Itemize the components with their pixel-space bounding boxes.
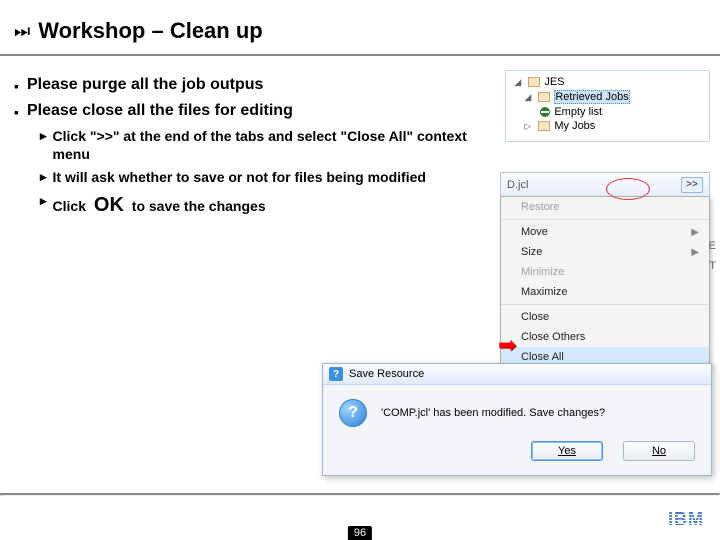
save-resource-dialog: ? Save Resource ? 'COMP.jcl' has been mo…: [322, 363, 712, 476]
letter-t: T: [709, 256, 716, 276]
sub-bullet-text: Click ">>" at the end of the tabs and se…: [53, 128, 496, 163]
bullet-arrow-icon: ▸: [40, 169, 47, 185]
ctx-move[interactable]: Move▶: [501, 222, 709, 242]
folder-icon: [538, 92, 550, 102]
context-menu: Restore Move▶ Size▶ Minimize Maximize Cl…: [500, 196, 710, 368]
tree-node-myjobs[interactable]: ▷ My Jobs: [510, 119, 705, 133]
dialog-app-icon: ?: [329, 367, 343, 381]
bullet-text: Please purge all the job outpus: [27, 76, 263, 94]
bullet-arrow-icon: ▸: [40, 128, 47, 144]
ctx-restore[interactable]: Restore: [501, 197, 709, 217]
tab-name-fragment: D.jcl: [507, 179, 528, 191]
ctx-minimize[interactable]: Minimize: [501, 262, 709, 282]
tree-label: My Jobs: [554, 120, 595, 132]
bullet-square-icon: ▪: [14, 102, 19, 122]
ok-emphasis: OK: [90, 194, 128, 216]
bullet-arrow-icon: ▸: [40, 193, 47, 209]
folder-icon: [528, 77, 540, 87]
bullet-square-icon: ▪: [14, 76, 19, 96]
red-arrow-icon: ➡: [498, 332, 516, 358]
tree-label: Empty list: [554, 106, 602, 118]
question-icon: ?: [339, 399, 367, 427]
sub-bullet-text: It will ask whether to save or not for f…: [53, 169, 426, 187]
twisty-closed-icon: ▷: [524, 121, 534, 132]
sub-bullet-click-tabs: ▸ Click ">>" at the end of the tabs and …: [40, 128, 495, 163]
sub-bullet-text-b: to save the changes: [132, 198, 266, 214]
page-title: Workshop – Clean up: [38, 18, 263, 44]
empty-icon: [540, 107, 550, 117]
letter-e: E: [709, 236, 716, 256]
sub-bullet-click-ok: ▸ Click OK to save the changes: [40, 193, 495, 218]
page-number: 96: [348, 526, 372, 540]
title-divider: [0, 54, 720, 56]
bullet-purge: ▪ Please purge all the job outpus: [14, 76, 495, 96]
tree-node-empty[interactable]: Empty list: [510, 105, 705, 119]
tree-node-jes[interactable]: ◢ JES: [510, 75, 705, 89]
ctx-close[interactable]: Close: [501, 307, 709, 327]
ctx-close-others[interactable]: Close Others: [501, 327, 709, 347]
bullet-text: Please close all the files for editing: [27, 102, 293, 120]
no-button[interactable]: No: [623, 441, 695, 461]
folder-icon: [538, 121, 550, 131]
sub-bullet-text-a: Click: [53, 198, 90, 214]
submenu-arrow-icon: ▶: [691, 227, 699, 238]
footer-divider: [0, 493, 720, 496]
ibm-logo: IBM: [668, 509, 704, 530]
yes-button[interactable]: Yes: [531, 441, 603, 461]
twisty-open-icon: ◢: [514, 77, 524, 88]
ctx-maximize[interactable]: Maximize: [501, 282, 709, 302]
truncated-right-letters: E T: [709, 236, 716, 276]
editor-tabbar-fragment: D.jcl >>: [500, 172, 710, 196]
bullet-close-files: ▪ Please close all the files for editing: [14, 102, 495, 122]
overflow-chevron-button[interactable]: >>: [681, 177, 703, 193]
dialog-titlebar: ? Save Resource: [323, 364, 711, 385]
title-play-icon: ⏭: [14, 21, 30, 42]
tree-label: JES: [544, 76, 564, 88]
tree-node-retrieved[interactable]: ◢ Retrieved Jobs: [510, 89, 705, 105]
twisty-open-icon: ◢: [524, 92, 534, 103]
submenu-arrow-icon: ▶: [691, 247, 699, 258]
ctx-size[interactable]: Size▶: [501, 242, 709, 262]
tree-label: Retrieved Jobs: [554, 90, 629, 104]
jes-tree-panel: ◢ JES ◢ Retrieved Jobs Empty list ▷ My J…: [505, 70, 710, 142]
dialog-message: 'COMP.jcl' has been modified. Save chang…: [381, 407, 605, 419]
sub-bullet-save-prompt: ▸ It will ask whether to save or not for…: [40, 169, 495, 187]
dialog-title-text: Save Resource: [349, 368, 424, 380]
